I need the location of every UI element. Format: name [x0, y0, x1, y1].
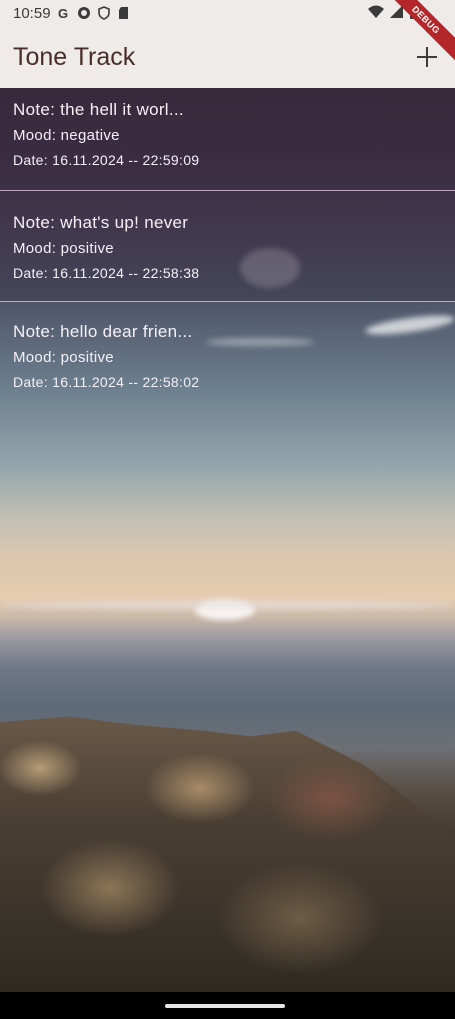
add-note-button[interactable]	[415, 45, 439, 69]
page-title: Tone Track	[13, 42, 136, 71]
list-item[interactable]: Note: the hell it worl... Mood: negative…	[0, 88, 455, 191]
sync-icon	[77, 6, 91, 20]
status-bar: 10:59 G	[0, 0, 455, 26]
notes-list: Note: the hell it worl... Mood: negative…	[0, 88, 455, 404]
status-icons-left: G	[57, 6, 131, 20]
navigation-bar	[0, 992, 455, 1019]
note-text: Note: what's up! never	[13, 213, 189, 232]
rocky-terrain	[0, 716, 455, 992]
cloud-layer	[0, 600, 455, 610]
list-item[interactable]: Note: what's up! never Mood: positive Da…	[0, 191, 455, 302]
app-bar: Tone Track	[0, 26, 455, 88]
list-item[interactable]: Note: hello dear frien... Mood: positive…	[0, 302, 455, 404]
status-time: 10:59	[13, 4, 51, 22]
wifi-icon	[368, 5, 384, 19]
note-text: Note: the hell it worl...	[13, 100, 184, 119]
home-gesture-handle[interactable]	[165, 1004, 285, 1008]
sd-card-icon	[117, 6, 131, 20]
note-date: Date: 16.11.2024 -- 22:59:09	[13, 152, 200, 168]
note-text: Note: hello dear frien...	[13, 322, 193, 341]
note-mood: Mood: positive	[13, 349, 114, 366]
note-date: Date: 16.11.2024 -- 22:58:02	[13, 374, 200, 390]
svg-text:G: G	[58, 6, 68, 20]
note-mood: Mood: positive	[13, 240, 114, 257]
google-icon: G	[57, 6, 71, 20]
note-mood: Mood: negative	[13, 127, 120, 144]
note-date: Date: 16.11.2024 -- 22:58:38	[13, 265, 200, 281]
shield-icon	[97, 6, 111, 20]
